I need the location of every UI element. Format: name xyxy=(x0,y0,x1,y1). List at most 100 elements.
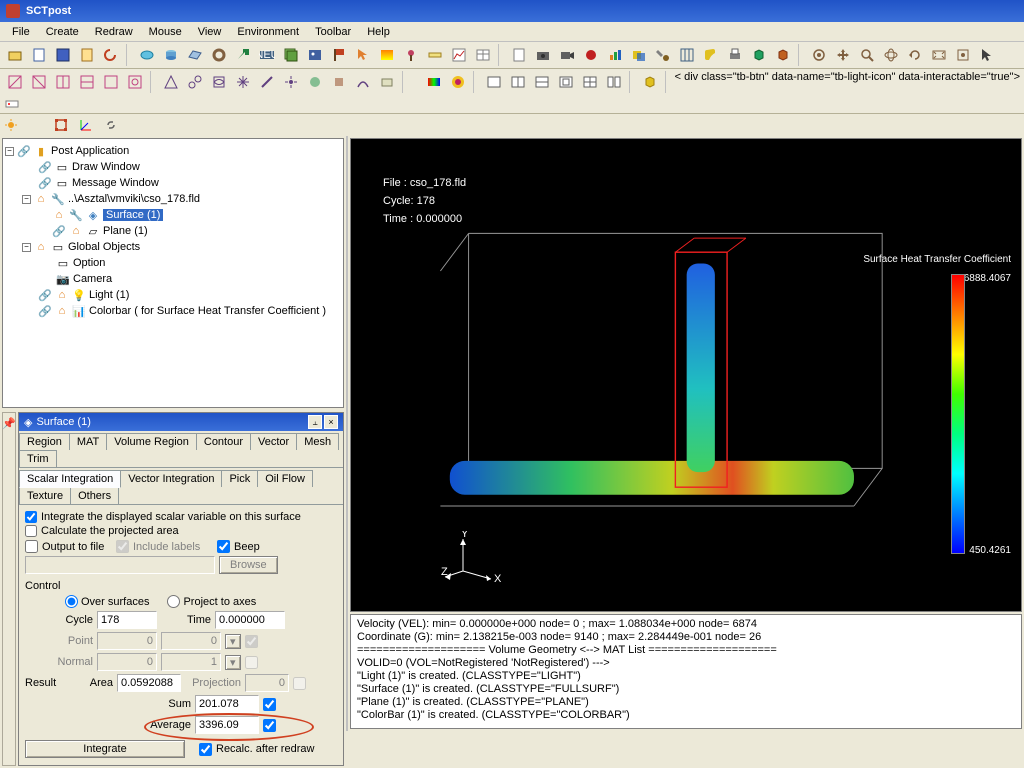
panel-pin-button[interactable]: ⫠ xyxy=(308,415,322,429)
tb-win6-icon[interactable] xyxy=(603,71,625,93)
tab-pick[interactable]: Pick xyxy=(221,470,258,487)
tb-view5-icon[interactable] xyxy=(100,71,122,93)
tb-colorwheel-icon[interactable] xyxy=(447,71,469,93)
tb-tool-h-icon[interactable] xyxy=(328,71,350,93)
chk-projected-area[interactable] xyxy=(25,525,37,537)
tb-mesh-icon[interactable] xyxy=(676,44,698,66)
tb-pointer-icon[interactable] xyxy=(352,44,374,66)
tb-chart-icon[interactable] xyxy=(448,44,470,66)
tb-phone-icon[interactable] xyxy=(700,44,722,66)
3d-viewport[interactable]: File : cso_178.fld Cycle: 178 Time : 0.0… xyxy=(350,138,1022,612)
tb-plane-icon[interactable] xyxy=(184,44,206,66)
tb-cylinder-icon[interactable] xyxy=(160,44,182,66)
panel-close-button[interactable]: × xyxy=(324,415,338,429)
tb-fit-icon[interactable] xyxy=(928,44,950,66)
tab-volume-region[interactable]: Volume Region xyxy=(106,433,197,450)
menu-mouse[interactable]: Mouse xyxy=(141,24,190,40)
tree-plane-1[interactable]: 🔗⌂▱Plane (1) xyxy=(5,223,341,239)
tb-tool-f-icon[interactable] xyxy=(280,71,302,93)
tb-cube-icon[interactable] xyxy=(772,44,794,66)
tb-axes-icon[interactable] xyxy=(75,114,97,136)
tb-box3d-icon[interactable] xyxy=(748,44,770,66)
tab-vector-integration[interactable]: Vector Integration xyxy=(120,470,222,487)
integrate-button[interactable]: Integrate xyxy=(25,740,185,758)
tb-win5-icon[interactable] xyxy=(579,71,601,93)
tree-global-objects[interactable]: −⌂▭Global Objects xyxy=(5,239,341,255)
tree-light-1[interactable]: 🔗⌂💡Light (1) xyxy=(5,287,341,303)
tb-select-icon[interactable] xyxy=(976,44,998,66)
menu-help[interactable]: Help xyxy=(359,24,398,40)
tb-bounds-icon[interactable] xyxy=(50,114,72,136)
average-chk[interactable] xyxy=(263,719,276,732)
menu-file[interactable]: File xyxy=(4,24,38,40)
radio-over-surfaces[interactable] xyxy=(65,595,78,608)
tb-bar-icon[interactable] xyxy=(604,44,626,66)
tab-region[interactable]: Region xyxy=(19,433,70,450)
tab-trim[interactable]: Trim xyxy=(19,450,57,467)
tb-camera-icon[interactable] xyxy=(532,44,554,66)
tab-oil-flow[interactable]: Oil Flow xyxy=(257,470,313,487)
tab-texture[interactable]: Texture xyxy=(19,487,71,504)
tb-print-icon[interactable] xyxy=(724,44,746,66)
menu-toolbar[interactable]: Toolbar xyxy=(307,24,359,40)
tb-script-icon[interactable] xyxy=(76,44,98,66)
tb-pin-icon[interactable] xyxy=(400,44,422,66)
sidebar-strip[interactable]: 📌 xyxy=(2,412,16,766)
tb-tool-b-icon[interactable] xyxy=(184,71,206,93)
tb-doc-icon[interactable] xyxy=(28,44,50,66)
chk-recalc[interactable] xyxy=(199,743,212,756)
tb-overlay-icon[interactable] xyxy=(628,44,650,66)
cycle-field[interactable] xyxy=(97,611,157,629)
tab-vector[interactable]: Vector xyxy=(250,433,297,450)
tb-view4-icon[interactable] xyxy=(76,71,98,93)
tb-table-icon[interactable] xyxy=(472,44,494,66)
tb-tool-c-icon[interactable] xyxy=(208,71,230,93)
tb-orbit-icon[interactable] xyxy=(808,44,830,66)
tree-camera[interactable]: 📷Camera xyxy=(5,271,341,287)
tb-cube3d-icon[interactable] xyxy=(639,71,661,93)
tb-tool-g-icon[interactable] xyxy=(304,71,326,93)
tab-mat[interactable]: MAT xyxy=(69,433,107,450)
tb-flag-icon[interactable] xyxy=(328,44,350,66)
tb-ruler-icon[interactable] xyxy=(424,44,446,66)
tab-contour[interactable]: Contour xyxy=(196,433,251,450)
tb-sun-icon[interactable] xyxy=(0,114,22,136)
object-tree[interactable]: −🔗▮Post Application 🔗▭Draw Window 🔗▭Mess… xyxy=(2,138,344,408)
tb-win1-icon[interactable] xyxy=(483,71,505,93)
tb-gradient-icon[interactable] xyxy=(376,44,398,66)
chk-output-file[interactable] xyxy=(25,540,38,553)
tb-image-icon[interactable] xyxy=(304,44,326,66)
tb-link-icon[interactable] xyxy=(100,114,122,136)
tb-tool-a-icon[interactable] xyxy=(160,71,182,93)
tb-tool-d-icon[interactable] xyxy=(232,71,254,93)
tb-moon-icon[interactable] xyxy=(25,114,47,136)
time-field[interactable] xyxy=(215,611,285,629)
chk-beep[interactable] xyxy=(217,540,230,553)
tb-save-icon[interactable] xyxy=(52,44,74,66)
sum-chk[interactable] xyxy=(263,698,276,711)
tb-rotate-icon[interactable] xyxy=(880,44,902,66)
tb-center-icon[interactable] xyxy=(952,44,974,66)
tb-tools-icon[interactable] xyxy=(652,44,674,66)
tb-video-icon[interactable] xyxy=(556,44,578,66)
tb-arrow-icon[interactable] xyxy=(232,44,254,66)
pin-icon[interactable]: 📌 xyxy=(2,417,16,765)
menu-environment[interactable]: Environment xyxy=(229,24,307,40)
tab-scalar-integration[interactable]: Scalar Integration xyxy=(19,470,121,488)
tree-colorbar[interactable]: 🔗⌂📊Colorbar ( for Surface Heat Transfer … xyxy=(5,303,341,319)
menu-redraw[interactable]: Redraw xyxy=(87,24,141,40)
radio-project-axes[interactable] xyxy=(167,595,180,608)
message-console[interactable]: Velocity (VEL): min= 0.000000e+000 node=… xyxy=(350,614,1022,729)
tb-view3-icon[interactable] xyxy=(52,71,74,93)
tb-tool-e-icon[interactable] xyxy=(256,71,278,93)
tree-message-window[interactable]: 🔗▭Message Window xyxy=(5,175,341,191)
tab-mesh[interactable]: Mesh xyxy=(296,433,339,450)
chk-integrate[interactable] xyxy=(25,511,37,523)
tb-zoom-icon[interactable] xyxy=(856,44,878,66)
tb-roll-icon[interactable] xyxy=(904,44,926,66)
tb-undo-icon[interactable] xyxy=(100,44,122,66)
tb-rainbow-icon[interactable] xyxy=(423,71,445,93)
tb-win3-icon[interactable] xyxy=(531,71,553,93)
tree-surface-1[interactable]: ⌂🔧◈Surface (1) xyxy=(5,207,341,223)
tree-option[interactable]: ▭Option xyxy=(5,255,341,271)
